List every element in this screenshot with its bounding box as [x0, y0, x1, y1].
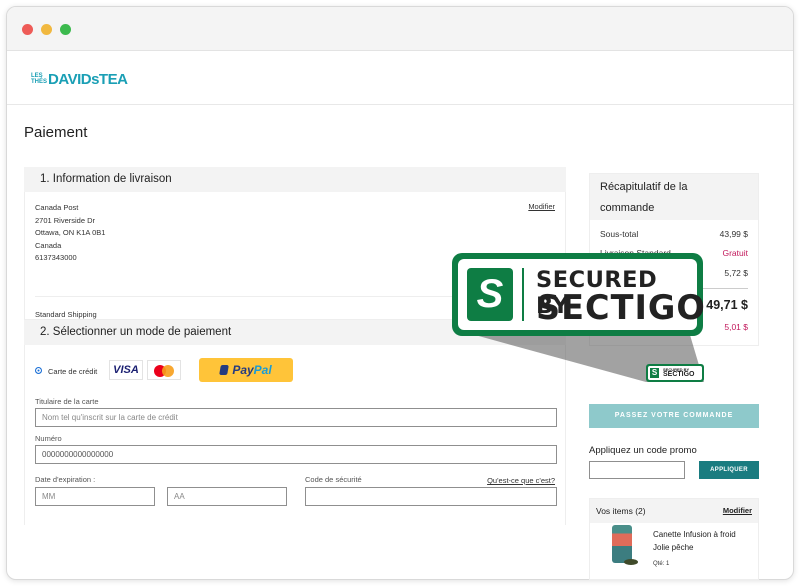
- address-phone: 6137343000: [35, 253, 77, 262]
- paypal-text-a: Pay: [232, 363, 254, 377]
- summary-heading: Récapitulatif de la commande: [590, 174, 758, 220]
- address-line: Ottawa, ON K1A 0B1: [35, 228, 106, 237]
- items-heading: Vos items (2) Modifier: [590, 499, 758, 523]
- credit-card-radio[interactable]: [35, 367, 42, 374]
- tea-leaves-image: [624, 559, 638, 565]
- davidstea-logo[interactable]: LES THÉS DAVIDsTEA: [31, 69, 128, 89]
- address-line: Canada Post: [35, 203, 79, 212]
- subtotal-value: 43,99 $: [719, 229, 748, 239]
- summary-heading-line-1: Récapitulatif de la: [600, 181, 688, 193]
- logo-small-text-2: THÉS: [31, 79, 48, 85]
- sectigo-seal-small[interactable]: S SECURED BY SECTIGO: [646, 364, 704, 382]
- expiry-year-input[interactable]: AA: [167, 487, 287, 506]
- close-window-button[interactable]: [22, 24, 33, 35]
- shipping-value: Gratuit: [722, 248, 748, 258]
- minimize-window-button[interactable]: [41, 24, 52, 35]
- tax-value: 5,72 $: [724, 268, 748, 278]
- card-number-input[interactable]: 0000000000000000: [35, 445, 557, 464]
- shipping-address: Canada Post 2701 Riverside Dr Ottawa, ON…: [35, 202, 105, 265]
- credit-card-label: Carte de crédit: [48, 367, 98, 376]
- items-count: Vos items (2): [596, 506, 646, 516]
- apply-promo-button[interactable]: APPLIQUER: [699, 461, 759, 479]
- maximize-window-button[interactable]: [60, 24, 71, 35]
- sectigo-seal-large: S SECURED BY SECTIGO: [452, 253, 706, 336]
- address-line: 2701 Riverside Dr: [35, 215, 96, 225]
- card-number-label: Numéro: [35, 434, 62, 443]
- logo-main-text: DAVIDsTEA: [48, 70, 128, 88]
- item-name: Canette Infusion à froid Jolie pêche: [653, 530, 736, 552]
- sectigo-name: SECTIGO: [536, 288, 706, 327]
- subtotal-label: Sous-total: [600, 229, 639, 239]
- mastercard-icon: [147, 360, 181, 380]
- modify-items-link[interactable]: Modifier: [723, 506, 752, 515]
- modify-shipping-link[interactable]: Modifier: [528, 202, 555, 211]
- checkout-main: 1. Information de livraison Canada Post …: [24, 167, 566, 525]
- shipping-heading: 1. Information de livraison: [24, 167, 566, 192]
- card-holder-input[interactable]: Nom tel qu'inscrit sur la carte de crédi…: [35, 408, 557, 427]
- window-titlebar: [7, 7, 793, 51]
- order-total: 49,71 $: [706, 298, 748, 312]
- sectigo-s-icon: S: [467, 268, 513, 321]
- address-line: Canada: [35, 240, 62, 250]
- site-header: LES THÉS DAVIDsTEA: [7, 51, 793, 105]
- visa-icon: VISA: [109, 360, 143, 380]
- savings-value: 5,01 $: [724, 322, 748, 332]
- card-holder-label: Titulaire de la carte: [35, 397, 99, 406]
- paypal-icon: [219, 365, 230, 375]
- promo-code-input[interactable]: [589, 461, 685, 479]
- summary-heading-line-2: commande: [600, 202, 655, 214]
- divider: [522, 268, 524, 321]
- sectigo-s-icon: S: [650, 368, 659, 378]
- paypal-button[interactable]: PayPal: [199, 358, 293, 382]
- sectigo-small-line-2: SECTIGO: [663, 371, 695, 378]
- subtotal-row: Sous-total 43,99 $: [600, 229, 748, 239]
- expiry-month-input[interactable]: MM: [35, 487, 155, 506]
- place-order-button[interactable]: PASSEZ VOTRE COMMANDE: [589, 404, 759, 428]
- security-code-help-link[interactable]: Qu'est-ce que c'est?: [487, 476, 555, 485]
- cart-items: Vos items (2) Modifier Canette Infusion …: [589, 498, 759, 580]
- security-code-input[interactable]: [305, 487, 557, 506]
- promo-label: Appliquez un code promo: [589, 445, 697, 456]
- security-code-label: Code de sécurité: [305, 475, 362, 484]
- payment-section: Carte de crédit VISA PayPal Titulaire de…: [24, 345, 566, 525]
- paypal-text-b: Pal: [253, 363, 272, 377]
- shipping-method: Standard Shipping: [35, 310, 97, 319]
- page-title: Paiement: [24, 124, 88, 141]
- expiry-label: Date d'expiration :: [35, 475, 96, 484]
- product-can-image: [612, 525, 632, 563]
- item-quantity: Qté: 1: [653, 561, 670, 567]
